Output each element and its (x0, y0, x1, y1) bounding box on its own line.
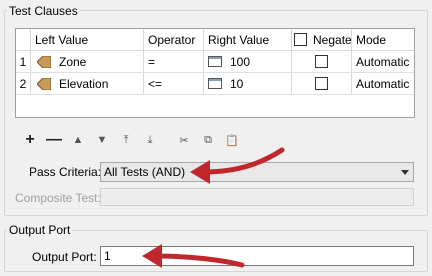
arrow-icon (142, 244, 162, 268)
arrow-icon (201, 147, 285, 175)
arrow-icon (190, 160, 210, 184)
annotation-arrows (142, 147, 285, 268)
arrow-icon (153, 253, 245, 268)
